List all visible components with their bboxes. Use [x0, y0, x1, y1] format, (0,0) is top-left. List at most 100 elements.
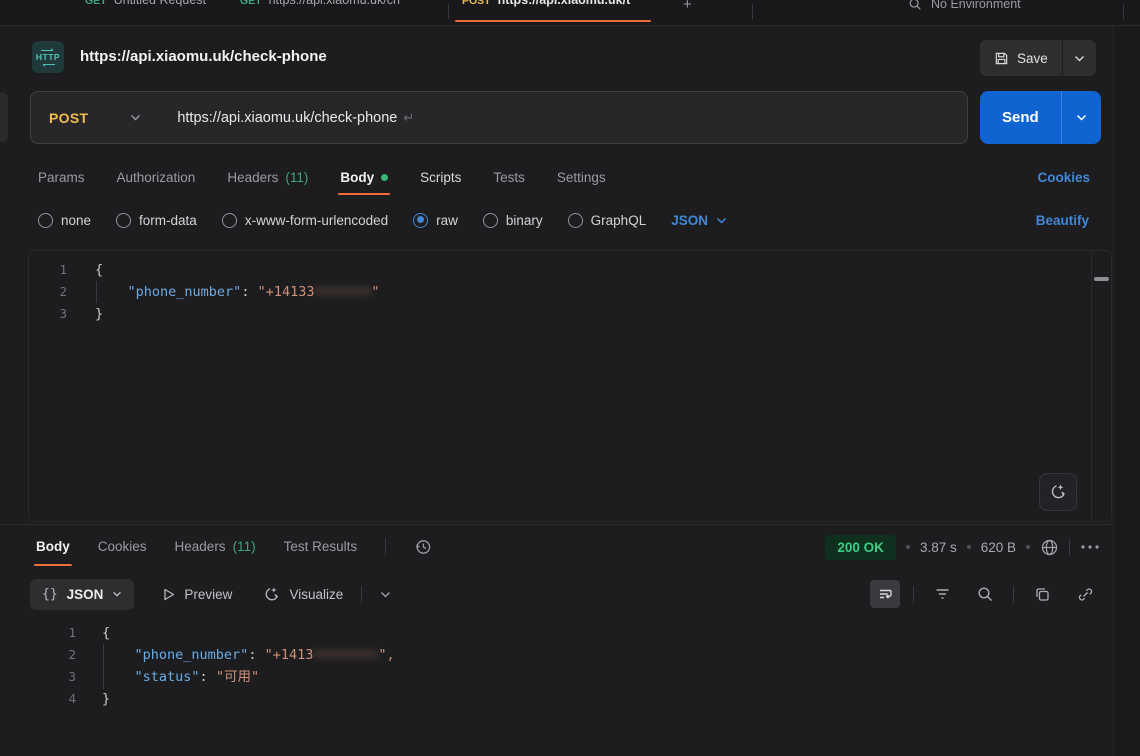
save-label: Save [1017, 51, 1048, 66]
tab-body[interactable]: Body [340, 158, 388, 196]
chevron-down-icon [130, 114, 141, 121]
redacted-phone-digits: •••••••• [313, 647, 378, 663]
send-button[interactable]: Send [980, 91, 1061, 144]
radio-circle [38, 213, 53, 228]
tab-tests[interactable]: Tests [493, 158, 525, 196]
tab-label: Params [38, 170, 85, 185]
tab-headers[interactable]: Headers (11) [227, 158, 308, 196]
new-tab-button[interactable]: + [683, 0, 692, 13]
line-number: 3 [29, 303, 67, 325]
editor-line: 2 "phone_number": "+14133•••••••" [29, 281, 1111, 303]
response-size[interactable]: 620 B [981, 540, 1016, 555]
code-line: { [95, 259, 103, 281]
postbot-button[interactable] [1039, 473, 1077, 511]
indent-guide [103, 644, 104, 689]
json-value-suffix: " [371, 284, 379, 300]
http-badge-text: HTTP [36, 53, 60, 62]
visualize-button[interactable]: Visualize [262, 585, 343, 604]
request-tab-untitled[interactable]: GET Untitled Request [85, 0, 206, 7]
json-key: "phone_number" [135, 647, 249, 663]
tab-label: Authorization [117, 170, 196, 185]
tab-authorization[interactable]: Authorization [117, 158, 196, 196]
link-button[interactable] [1070, 580, 1100, 608]
url-text: https://api.xiaomu.uk/check-phone [177, 110, 397, 126]
response-tab-test-results[interactable]: Test Results [284, 525, 358, 569]
beautify-link[interactable]: Beautify [1036, 203, 1089, 237]
tab-params[interactable]: Params [38, 158, 85, 196]
viewer-line: 4 } [28, 688, 1112, 710]
method-label: POST [49, 110, 88, 126]
copy-response-button[interactable] [1027, 580, 1057, 608]
brace-token: { [95, 262, 103, 278]
response-body-viewer[interactable]: 1 { 2 "phone_number": "+1413••••••••", 3… [28, 616, 1112, 756]
indent-token [95, 284, 128, 300]
radio-graphql[interactable]: GraphQL [568, 213, 647, 228]
postbot-sparkle-icon [1048, 482, 1068, 502]
filter-icon [934, 586, 951, 602]
more-options-icon[interactable] [1080, 544, 1100, 550]
url-input[interactable]: https://api.xiaomu.uk/check-phone↵ [159, 110, 967, 126]
divider [385, 538, 386, 555]
response-history-button[interactable] [414, 525, 432, 569]
json-value-prefix: "+1413 [265, 647, 314, 663]
radio-label: x-www-form-urlencoded [245, 213, 388, 228]
radio-raw[interactable]: raw [413, 213, 458, 228]
word-wrap-toggle[interactable] [870, 580, 900, 608]
request-tab-active[interactable]: POST https://api.xiaomu.uk/t [462, 0, 630, 7]
tab-separator [1123, 4, 1124, 19]
response-header: Body Cookies Headers (11) Test Results 2… [0, 524, 1140, 568]
request-tab-2[interactable]: GET https://api.xiaomu.uk/ch [240, 0, 400, 7]
code-line: "phone_number": "+1413••••••••", [102, 644, 395, 666]
chevron-down-icon [716, 217, 727, 224]
line-number: 1 [29, 259, 67, 281]
editor-scrollbar-thumb[interactable] [1094, 277, 1109, 281]
viewer-line: 1 { [28, 622, 1112, 644]
radio-circle-selected [413, 213, 428, 228]
send-options-button[interactable] [1061, 91, 1101, 144]
divider [361, 586, 362, 603]
editor-scrollbar-track[interactable] [1091, 251, 1111, 521]
tab-method-badge: POST [462, 0, 491, 7]
radio-form-data[interactable]: form-data [116, 213, 197, 228]
sidebar-handle[interactable] [0, 92, 8, 142]
tab-label: Scripts [420, 170, 461, 185]
environment-selector[interactable]: No Environment [908, 0, 1021, 11]
request-body-editor[interactable]: 1 { 2 "phone_number": "+14133•••••••" 3 … [28, 250, 1112, 522]
tab-scripts[interactable]: Scripts [420, 158, 461, 196]
cookies-link[interactable]: Cookies [1037, 158, 1090, 196]
tab-label: Test Results [284, 539, 358, 554]
radio-binary[interactable]: binary [483, 213, 543, 228]
response-time[interactable]: 3.87 s [920, 540, 957, 555]
radio-none[interactable]: none [38, 213, 91, 228]
response-format-dropdown[interactable]: {} JSON [30, 579, 134, 610]
braces-icon: {} [42, 587, 58, 602]
raw-format-dropdown[interactable]: JSON [671, 213, 727, 228]
response-tab-cookies[interactable]: Cookies [98, 525, 147, 569]
radio-circle [116, 213, 131, 228]
radio-circle [483, 213, 498, 228]
filter-button[interactable] [927, 580, 957, 608]
radio-x-www-form-urlencoded[interactable]: x-www-form-urlencoded [222, 213, 388, 228]
code-line: { [102, 622, 110, 644]
response-tab-headers[interactable]: Headers (11) [175, 525, 256, 569]
viewer-options-chevron-icon[interactable] [380, 591, 391, 598]
history-icon [414, 538, 432, 556]
divider [1069, 539, 1070, 556]
indent-guide [96, 281, 97, 303]
status-badge[interactable]: 200 OK [825, 535, 896, 560]
copy-icon [1034, 586, 1051, 603]
save-options-button[interactable] [1062, 40, 1096, 76]
network-globe-icon[interactable] [1040, 538, 1059, 557]
search-response-button[interactable] [970, 580, 1000, 608]
punct-token: : [241, 284, 257, 300]
save-button[interactable]: Save [980, 40, 1062, 76]
redacted-phone-digits: ••••••• [314, 284, 371, 300]
indent-token [102, 669, 135, 685]
tab-settings[interactable]: Settings [557, 158, 606, 196]
active-tab-underline [455, 20, 651, 22]
response-tab-body[interactable]: Body [36, 525, 70, 569]
body-type-row: none form-data x-www-form-urlencoded raw… [0, 203, 1140, 237]
preview-button[interactable]: Preview [162, 587, 232, 602]
headers-count: (11) [285, 170, 308, 185]
method-dropdown[interactable]: POST [31, 110, 159, 126]
